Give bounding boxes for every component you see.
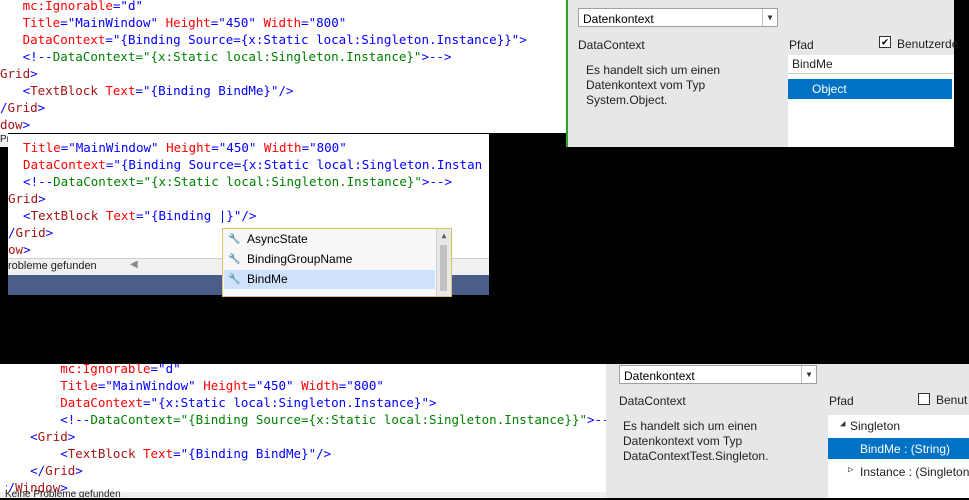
description-line: Es handelt sich um einen bbox=[586, 63, 721, 77]
status-bar-fragment: Pr bbox=[0, 133, 10, 147]
path-listbox[interactable]: BindMe Object bbox=[788, 55, 954, 147]
binding-properties-panel-3: Datenkontext ▼ DataContext Pfad Benut Es… bbox=[606, 364, 969, 498]
dropdown-value: Datenkontext bbox=[583, 12, 654, 26]
chevron-down-icon: ▼ bbox=[762, 9, 777, 26]
xaml-editor-1[interactable]: mc:Ignorable="d" Title="MainWindow" Heig… bbox=[0, 0, 568, 133]
code-line[interactable]: <!--DataContext="{Binding Source={x:Stat… bbox=[0, 411, 617, 428]
status-bar-3: Keine Probleme gefunden bbox=[0, 489, 606, 500]
code-line[interactable]: </Grid> bbox=[0, 462, 606, 479]
code-line[interactable]: <TextBlock Text="{Binding BindMe}"/> bbox=[0, 82, 568, 99]
description-line: Datenkontext vom Typ bbox=[586, 78, 706, 92]
custom-checkbox[interactable] bbox=[918, 393, 930, 405]
completion-label: BindMe bbox=[247, 272, 288, 286]
path-label: Pfad bbox=[789, 38, 814, 52]
code-line[interactable]: <TextBlock Text="{Binding BindMe}"/> bbox=[0, 445, 606, 462]
expander-icon[interactable]: ◢ bbox=[840, 419, 845, 429]
code-line[interactable]: Grid> bbox=[0, 65, 568, 82]
datacontext-dropdown[interactable]: Datenkontext ▼ bbox=[619, 365, 817, 384]
scroll-left-icon[interactable]: ◀ bbox=[130, 259, 138, 270]
editor-gutter bbox=[0, 364, 6, 492]
completion-label: AsyncState bbox=[247, 232, 308, 246]
code-line[interactable]: Title="MainWindow" Height="450" Width="8… bbox=[8, 139, 489, 156]
description-line: System.Object. bbox=[586, 93, 668, 107]
code-line[interactable]: <Grid> bbox=[0, 428, 606, 445]
intellisense-popup[interactable]: 🔧 AsyncState 🔧 BindingGroupName 🔧 BindMe ▲ bbox=[222, 228, 452, 297]
completion-item[interactable]: 🔧 AsyncState bbox=[224, 230, 435, 249]
completion-item[interactable]: 🔧 BindMe bbox=[224, 270, 435, 289]
description-line: DataContextTest.Singleton. bbox=[623, 449, 769, 463]
wrench-icon: 🔧 bbox=[228, 254, 241, 265]
tree-node[interactable]: BindMe : (String) bbox=[828, 438, 969, 459]
custom-label: Benut bbox=[936, 393, 968, 407]
code-line[interactable]: DataContext="{Binding Source={x:Static l… bbox=[0, 31, 568, 48]
wrench-lock-icon: 🔧 bbox=[228, 274, 241, 285]
code-line[interactable]: dow> bbox=[0, 116, 568, 133]
code-line[interactable]: DataContext="{Binding Source={x:Static l… bbox=[8, 156, 489, 173]
chevron-down-icon: ▼ bbox=[801, 366, 816, 383]
code-line[interactable]: mc:Ignorable="d" bbox=[0, 360, 606, 377]
status-text: robleme gefunden bbox=[8, 260, 97, 272]
type-description: Es handelt sich um einen Datenkontext vom… bbox=[623, 419, 768, 464]
wrench-icon: 🔧 bbox=[228, 234, 241, 245]
expander-icon[interactable]: ▷ bbox=[848, 465, 853, 475]
section-label: DataContext bbox=[578, 38, 645, 52]
tree-node[interactable]: ◢ Singleton bbox=[828, 415, 969, 436]
code-line[interactable]: <!--DataContext="{x:Static local:Singlet… bbox=[0, 48, 568, 65]
description-line: Es handelt sich um einen bbox=[623, 419, 758, 433]
path-label: Pfad bbox=[829, 394, 854, 408]
status-text: Keine Probleme gefunden bbox=[5, 489, 121, 500]
description-line: Datenkontext vom Typ bbox=[623, 434, 743, 448]
scroll-up-icon[interactable]: ▲ bbox=[437, 231, 451, 240]
code-line[interactable]: Title="MainWindow" Height="450" Width="8… bbox=[0, 377, 606, 394]
path-input-value: BindMe bbox=[792, 57, 833, 71]
code-line[interactable]: <TextBlock Text="{Binding |}"/> bbox=[8, 207, 489, 224]
scrollbar-thumb[interactable] bbox=[440, 245, 447, 291]
path-input[interactable]: BindMe bbox=[788, 55, 954, 74]
section-label: DataContext bbox=[619, 394, 686, 408]
code-line[interactable]: Title="MainWindow" Height="450" Width="8… bbox=[0, 14, 568, 31]
tree-node[interactable]: ▷ Instance : (Singleton) bbox=[828, 461, 969, 482]
custom-checkbox[interactable]: ✔ bbox=[879, 36, 891, 48]
type-description: Es handelt sich um einen Datenkontext vom… bbox=[586, 63, 720, 108]
binding-properties-panel-1: Datenkontext ▼ DataContext Pfad ✔ Benutz… bbox=[566, 0, 958, 147]
tree-node-label: BindMe : (String) bbox=[860, 442, 951, 456]
custom-label: Benutzerde bbox=[897, 37, 959, 51]
datacontext-dropdown[interactable]: Datenkontext ▼ bbox=[578, 8, 778, 27]
completion-label: BindingGroupName bbox=[247, 252, 353, 266]
list-item-object[interactable]: Object bbox=[788, 79, 952, 99]
code-line[interactable]: <!--DataContext="{x:Static local:Singlet… bbox=[8, 173, 489, 190]
code-line[interactable]: DataContext="{x:Static local:Singleton.I… bbox=[0, 394, 606, 411]
path-tree[interactable]: ◢ Singleton BindMe : (String) ▷ Instance : (… bbox=[828, 415, 969, 498]
completion-item[interactable]: 🔧 BindingGroupName bbox=[224, 250, 435, 269]
code-line[interactable]: /Grid> bbox=[0, 99, 568, 116]
code-line[interactable]: mc:Ignorable="d" bbox=[0, 0, 568, 14]
list-item-label: Object bbox=[812, 82, 847, 96]
tree-node-label: Singleton bbox=[850, 419, 901, 433]
tree-node-label: Instance : (Singleton) bbox=[860, 465, 969, 479]
popup-scrollbar[interactable]: ▲ bbox=[436, 229, 451, 296]
code-line[interactable]: Grid> bbox=[8, 190, 489, 207]
xaml-editor-3[interactable]: mc:Ignorable="d" Title="MainWindow" Heig… bbox=[0, 361, 617, 495]
dropdown-value: Datenkontext bbox=[624, 369, 695, 383]
